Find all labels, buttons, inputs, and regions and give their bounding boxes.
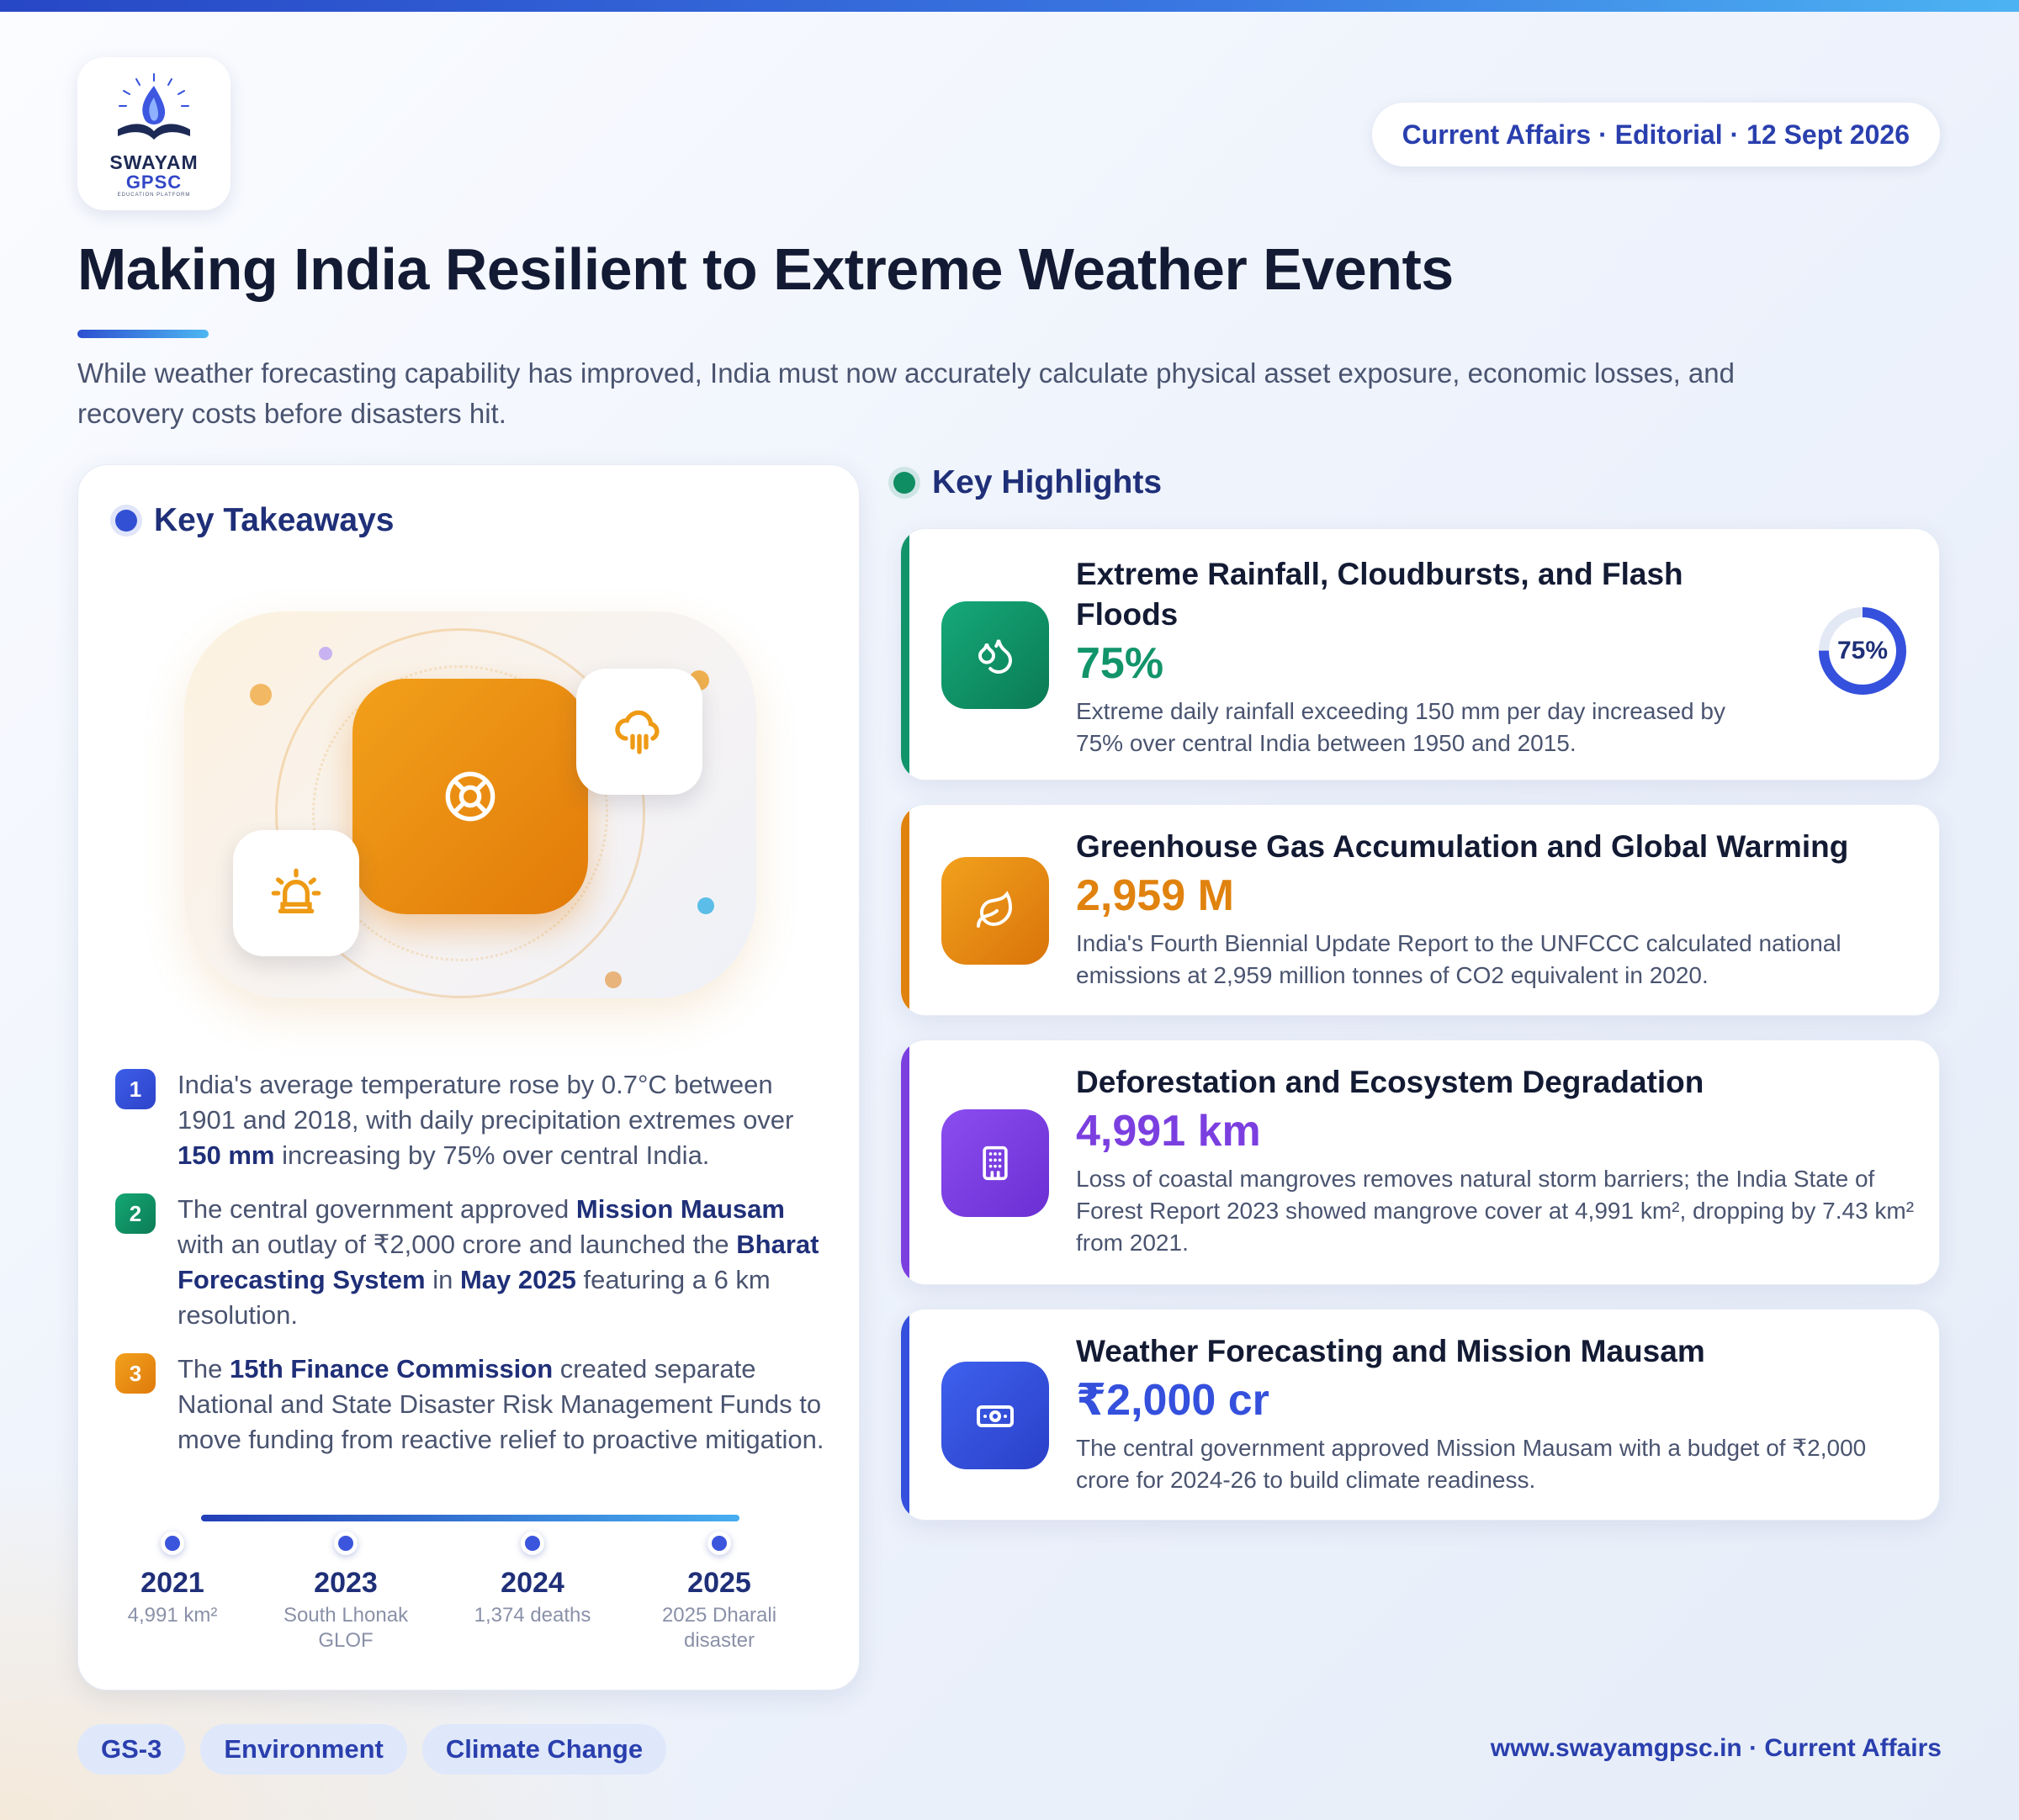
illustration bbox=[184, 611, 756, 998]
takeaway-item: 3 The 15th Finance Commission created sep… bbox=[115, 1352, 830, 1458]
card-description: India's Fourth Biennial Update Report to… bbox=[1076, 930, 1841, 988]
takeaways-card: Key Takeaways 1 India's average temperat… bbox=[77, 464, 860, 1690]
meta-pill: Current Affairs · Editorial · 12 Sept 20… bbox=[1371, 103, 1940, 167]
takeaways-list: 1 India's average temperature rose by 0.7… bbox=[115, 1067, 830, 1476]
timeline-dot bbox=[521, 1532, 544, 1555]
timeline-item: 2025 2025 Dharali disaster bbox=[635, 1532, 803, 1653]
timeline-dot bbox=[707, 1532, 731, 1555]
card-title: Deforestation and Ecosystem Degradation bbox=[1076, 1065, 1704, 1099]
page-title: Making India Resilient to Extreme Weathe… bbox=[77, 236, 1454, 302]
flame-book-icon bbox=[118, 73, 190, 140]
takeaway-text: India's average temperature rose by 0.7°… bbox=[178, 1070, 794, 1170]
card-title: Weather Forecasting and Mission Mausam bbox=[1076, 1334, 1705, 1368]
card-icon-tile bbox=[941, 857, 1049, 965]
timeline-item: 2023 South Lhonak GLOF bbox=[262, 1532, 430, 1653]
timeline-year: 2023 bbox=[314, 1567, 378, 1599]
takeaway-number: 3 bbox=[115, 1353, 156, 1394]
tag-environment[interactable]: Environment bbox=[200, 1724, 407, 1775]
card-icon-tile bbox=[941, 1362, 1049, 1469]
card-stat: ₹2,000 cr bbox=[1076, 1376, 1269, 1425]
progress-gauge: 75% bbox=[1816, 605, 1909, 697]
timeline-year: 2024 bbox=[501, 1567, 564, 1599]
timeline-line bbox=[201, 1515, 739, 1521]
timeline-desc: 4,991 km² bbox=[127, 1604, 218, 1627]
takeaway-item: 2 The central government approved Mission… bbox=[115, 1192, 830, 1333]
title-underline bbox=[77, 330, 209, 338]
top-accent-bar bbox=[0, 0, 2019, 12]
card-stat: 4,991 km bbox=[1076, 1107, 1261, 1156]
card-accent bbox=[901, 1309, 909, 1520]
highlight-card[interactable]: Deforestation and Ecosystem Degradation … bbox=[900, 1040, 1940, 1285]
timeline-item: 2021 4,991 km² bbox=[88, 1532, 257, 1628]
takeaways-heading-label: Key Takeaways bbox=[154, 502, 395, 538]
takeaway-number: 1 bbox=[115, 1069, 156, 1109]
brand-line1: SWAYAM bbox=[109, 151, 199, 173]
timeline-desc: 1,374 deaths bbox=[474, 1604, 591, 1627]
banknote-icon bbox=[977, 1405, 1014, 1427]
takeaway-text: The 15th Finance Commission created sepa… bbox=[178, 1354, 824, 1454]
building-icon bbox=[983, 1145, 1008, 1181]
lifebuoy-tile bbox=[352, 679, 588, 914]
highlights-heading-label: Key Highlights bbox=[932, 464, 1163, 500]
card-text: Deforestation and Ecosystem Degradation … bbox=[1076, 1062, 1917, 1259]
card-text: Greenhouse Gas Accumulation and Global W… bbox=[1076, 827, 1917, 992]
decor-dot bbox=[697, 897, 714, 914]
brand-line2: GPSC bbox=[125, 172, 183, 193]
card-stat: 2,959 M bbox=[1076, 871, 1234, 920]
takeaway-text: The central government approved Mission … bbox=[178, 1194, 819, 1330]
brand-tagline: EDUCATION PLATFORM bbox=[117, 193, 191, 198]
droplets-icon bbox=[978, 639, 1013, 674]
brand-logo[interactable]: SWAYAM GPSC EDUCATION PLATFORM bbox=[77, 57, 231, 210]
decor-dot bbox=[250, 684, 272, 706]
card-description: Extreme daily rainfall exceeding 150 mm … bbox=[1076, 698, 1725, 756]
highlight-card[interactable]: Greenhouse Gas Accumulation and Global W… bbox=[900, 804, 1940, 1016]
footer-url[interactable]: www.swayamgpsc.in · Current Affairs bbox=[1491, 1734, 1942, 1763]
card-stat: 75% bbox=[1076, 639, 1164, 688]
timeline-year: 2025 bbox=[687, 1567, 751, 1599]
timeline-dot bbox=[334, 1532, 358, 1555]
card-title: Greenhouse Gas Accumulation and Global W… bbox=[1076, 829, 1849, 864]
decor-dot bbox=[605, 971, 622, 988]
timeline-dot bbox=[161, 1532, 184, 1555]
siren-icon bbox=[271, 868, 321, 913]
rain-tile bbox=[576, 669, 702, 795]
timeline-year: 2021 bbox=[140, 1567, 204, 1599]
timeline-desc: 2025 Dharali disaster bbox=[661, 1604, 777, 1652]
decor-dot bbox=[319, 647, 332, 660]
takeaways-heading: Key Takeaways bbox=[115, 502, 394, 539]
card-accent bbox=[901, 1040, 909, 1284]
siren-tile bbox=[233, 830, 359, 956]
card-text: Weather Forecasting and Mission Mausam ₹… bbox=[1076, 1331, 1917, 1496]
gauge-label: 75% bbox=[1836, 637, 1889, 664]
highlights-heading: Key Highlights bbox=[893, 464, 1162, 501]
card-title: Extreme Rainfall, Cloudbursts, and Flash… bbox=[1076, 557, 1683, 632]
page-subtitle: While weather forecasting capability has… bbox=[77, 357, 1735, 429]
leaf-icon bbox=[977, 891, 1013, 928]
heading-dot bbox=[893, 472, 915, 494]
tag-gs3[interactable]: GS-3 bbox=[77, 1724, 186, 1775]
timeline-desc: South Lhonak GLOF bbox=[283, 1604, 409, 1652]
card-icon-tile bbox=[941, 1109, 1049, 1217]
takeaway-number: 2 bbox=[115, 1193, 156, 1234]
card-icon-tile bbox=[941, 601, 1049, 709]
card-text: Extreme Rainfall, Cloudbursts, and Flash… bbox=[1076, 554, 1766, 759]
cloud-rain-icon bbox=[615, 710, 660, 754]
highlight-card[interactable]: Extreme Rainfall, Cloudbursts, and Flash… bbox=[900, 528, 1940, 780]
timeline-item: 2024 1,374 deaths bbox=[448, 1532, 617, 1628]
lifebuoy-icon bbox=[445, 771, 495, 822]
card-description: Loss of coastal mangroves removes natura… bbox=[1076, 1166, 1915, 1256]
card-description: The central government approved Mission … bbox=[1076, 1435, 1867, 1493]
card-accent bbox=[901, 805, 909, 1015]
card-accent bbox=[901, 529, 909, 780]
takeaway-item: 1 India's average temperature rose by 0.7… bbox=[115, 1067, 830, 1173]
heading-dot bbox=[115, 510, 137, 532]
highlight-card[interactable]: Weather Forecasting and Mission Mausam ₹… bbox=[900, 1309, 1940, 1521]
tag-climate-change[interactable]: Climate Change bbox=[421, 1724, 667, 1775]
topic-tags: GS-3 Environment Climate Change bbox=[77, 1724, 667, 1775]
